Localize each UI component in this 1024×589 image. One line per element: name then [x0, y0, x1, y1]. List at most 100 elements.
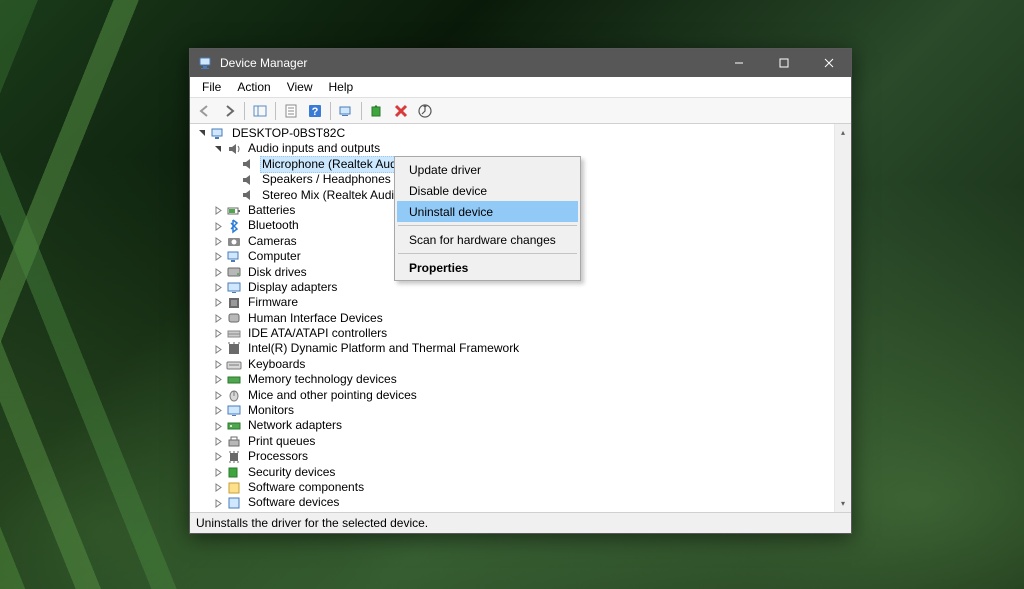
scan-hardware-button[interactable]: [335, 100, 357, 122]
tree-category[interactable]: Firmware: [190, 295, 834, 310]
tree-category-audio[interactable]: Audio inputs and outputs: [190, 141, 834, 156]
tree-label: Mice and other pointing devices: [246, 388, 419, 403]
menu-file[interactable]: File: [194, 78, 229, 96]
twisty-collapsed-icon[interactable]: [210, 280, 226, 295]
update-driver-button[interactable]: [414, 100, 436, 122]
category-icon: [226, 480, 242, 496]
context-menu: Update driver Disable device Uninstall d…: [394, 156, 581, 281]
ctx-update-driver[interactable]: Update driver: [397, 159, 578, 180]
svg-text:?: ?: [312, 106, 319, 118]
ctx-separator: [398, 225, 577, 226]
tree-category[interactable]: Keyboards: [190, 357, 834, 372]
tree-category[interactable]: Monitors: [190, 403, 834, 418]
ctx-scan-hardware[interactable]: Scan for hardware changes: [397, 229, 578, 250]
tree-label: Stereo Mix (Realtek Audio): [260, 188, 407, 203]
tree-category[interactable]: Processors: [190, 449, 834, 464]
show-hide-tree-button[interactable]: [249, 100, 271, 122]
properties-button[interactable]: [280, 100, 302, 122]
twisty-collapsed-icon[interactable]: [210, 403, 226, 418]
toolbar-separator: [275, 102, 276, 120]
twisty-collapsed-icon[interactable]: [210, 295, 226, 310]
menu-help[interactable]: Help: [321, 78, 362, 96]
maximize-button[interactable]: [761, 49, 806, 77]
twisty-collapsed-icon[interactable]: [210, 511, 226, 512]
menu-view[interactable]: View: [279, 78, 321, 96]
category-icon: [226, 357, 242, 373]
twisty-collapsed-icon[interactable]: [210, 234, 226, 249]
category-icon: [226, 387, 242, 403]
tree-category[interactable]: Sound, video and game controllers: [190, 511, 834, 512]
tree-label: Processors: [246, 449, 310, 464]
category-icon: [226, 280, 242, 296]
help-button[interactable]: ?: [304, 100, 326, 122]
toolbar-separator: [330, 102, 331, 120]
vertical-scrollbar[interactable]: ▴ ▾: [834, 124, 851, 512]
category-icon: [226, 449, 242, 465]
tree-label: Cameras: [246, 234, 299, 249]
ctx-label: Scan for hardware changes: [409, 233, 556, 247]
category-icon: [226, 403, 242, 419]
tree-category[interactable]: Network adapters: [190, 418, 834, 433]
twisty-collapsed-icon[interactable]: [210, 419, 226, 434]
tree-root[interactable]: DESKTOP-0BST82C: [190, 126, 834, 141]
twisty-collapsed-icon[interactable]: [210, 496, 226, 511]
category-icon: [226, 495, 242, 511]
twisty-collapsed-icon[interactable]: [210, 449, 226, 464]
twisty-collapsed-icon[interactable]: [210, 326, 226, 341]
tree-label: Display adapters: [246, 280, 339, 295]
ctx-uninstall-device[interactable]: Uninstall device: [397, 201, 578, 222]
category-icon: [226, 203, 242, 219]
enable-button[interactable]: [366, 100, 388, 122]
tree-label: Human Interface Devices: [246, 311, 385, 326]
scroll-down-arrow-icon[interactable]: ▾: [835, 495, 851, 512]
twisty-collapsed-icon[interactable]: [210, 203, 226, 218]
tree-category[interactable]: Intel(R) Dynamic Platform and Thermal Fr…: [190, 341, 834, 356]
twisty-collapsed-icon[interactable]: [210, 311, 226, 326]
tree-category[interactable]: IDE ATA/ATAPI controllers: [190, 326, 834, 341]
twisty-collapsed-icon[interactable]: [210, 357, 226, 372]
ctx-properties[interactable]: Properties: [397, 257, 578, 278]
tree-label: Network adapters: [246, 418, 344, 433]
twisty-collapsed-icon[interactable]: [210, 388, 226, 403]
twisty-collapsed-icon[interactable]: [210, 265, 226, 280]
close-button[interactable]: [806, 49, 851, 77]
tree-label: Security devices: [246, 465, 337, 480]
tree-category[interactable]: Human Interface Devices: [190, 311, 834, 326]
tree-label: Bluetooth: [246, 218, 301, 233]
ctx-label: Update driver: [409, 163, 481, 177]
back-button[interactable]: [194, 100, 216, 122]
tree-label: Microphone (Realtek Audio): [260, 156, 412, 173]
tree-category[interactable]: Memory technology devices: [190, 372, 834, 387]
twisty-collapsed-icon[interactable]: [210, 372, 226, 387]
app-icon: [198, 55, 214, 71]
tree-label: Audio inputs and outputs: [246, 141, 382, 156]
twisty-collapsed-icon[interactable]: [210, 219, 226, 234]
tree-category[interactable]: Mice and other pointing devices: [190, 388, 834, 403]
speaker-icon: [240, 187, 256, 203]
window-title: Device Manager: [220, 56, 716, 70]
forward-button[interactable]: [218, 100, 240, 122]
twisty-collapsed-icon[interactable]: [210, 249, 226, 264]
scroll-up-arrow-icon[interactable]: ▴: [835, 124, 851, 141]
twisty-collapsed-icon[interactable]: [210, 434, 226, 449]
tree-label: DESKTOP-0BST82C: [230, 126, 347, 141]
tree-category[interactable]: Print queues: [190, 434, 834, 449]
menu-action[interactable]: Action: [229, 78, 278, 96]
tree-category[interactable]: Display adapters: [190, 280, 834, 295]
toolbar-separator: [361, 102, 362, 120]
category-icon: [226, 341, 242, 357]
twisty-collapsed-icon[interactable]: [210, 465, 226, 480]
tree-category[interactable]: Software devices: [190, 495, 834, 510]
tree-category[interactable]: Software components: [190, 480, 834, 495]
titlebar[interactable]: Device Manager: [190, 49, 851, 77]
ctx-label: Properties: [409, 261, 468, 275]
twisty-collapsed-icon[interactable]: [210, 342, 226, 357]
twisty-expanded-icon[interactable]: [194, 126, 210, 141]
twisty-collapsed-icon[interactable]: [210, 480, 226, 495]
minimize-button[interactable]: [716, 49, 761, 77]
ctx-disable-device[interactable]: Disable device: [397, 180, 578, 201]
uninstall-button[interactable]: [390, 100, 412, 122]
tree-category[interactable]: Security devices: [190, 465, 834, 480]
category-icon: [226, 434, 242, 450]
twisty-expanded-icon[interactable]: [210, 142, 226, 157]
